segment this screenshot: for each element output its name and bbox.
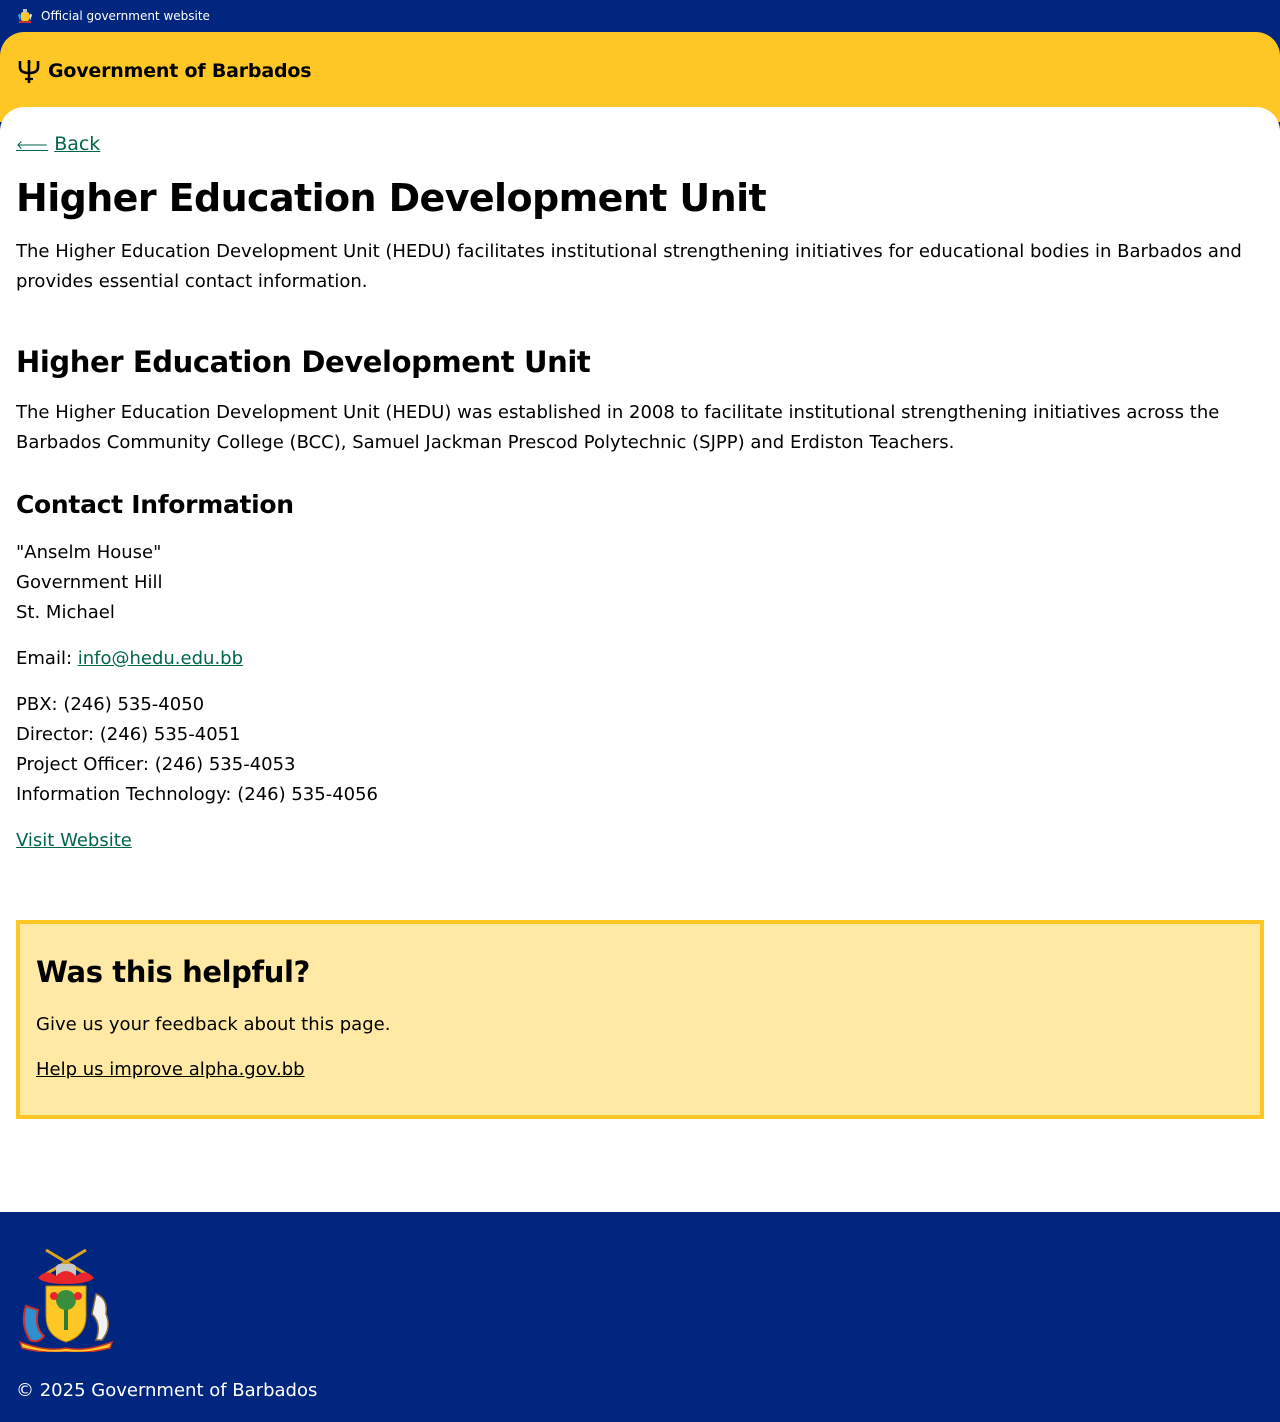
email-link[interactable]: info@hedu.edu.bb (78, 648, 243, 669)
address-line: "Anselm House" (16, 542, 162, 563)
feedback-text: Give us your feedback about this page. (36, 1014, 391, 1035)
page-intro: The Higher Education Development Unit (H… (16, 241, 1242, 292)
email-label: Email: (16, 648, 78, 669)
email-row: Email: info@hedu.edu.bb (16, 644, 243, 674)
address-line: Government Hill (16, 572, 163, 593)
feedback-link[interactable]: Help us improve alpha.gov.bb (36, 1055, 305, 1085)
back-link[interactable]: 🡐 Back (16, 133, 100, 155)
phone-line: PBX: (246) 535-4050 (16, 694, 205, 715)
phone-line: Project Officer: (246) 535-4053 (16, 754, 296, 775)
phone-line: Director: (246) 535-4051 (16, 724, 241, 745)
official-banner-text: Official government website (41, 9, 210, 23)
main-content: 🡐 Back Higher Education Development Unit… (0, 107, 1280, 1212)
feedback-title: Was this helpful? (36, 955, 310, 989)
brand-home-link[interactable]: Government of Barbados (16, 58, 312, 84)
section-title: Higher Education Development Unit (16, 345, 591, 379)
section-body: The Higher Education Development Unit (H… (16, 402, 1220, 453)
coat-of-arms-icon (16, 7, 34, 25)
page-title: Higher Education Development Unit (16, 176, 767, 220)
coat-of-arms-icon (16, 1244, 116, 1354)
feedback-panel: Was this helpful? Give us your feedback … (16, 920, 1264, 1119)
address-block: "Anselm House" Government Hill St. Micha… (16, 538, 163, 628)
phone-list: PBX: (246) 535-4050 Director: (246) 535-… (16, 690, 378, 810)
address-line: St. Michael (16, 602, 115, 623)
site-footer: © 2025 Government of Barbados (0, 1212, 1280, 1422)
back-label: Back (54, 133, 101, 155)
arrow-left-icon: 🡐 (16, 137, 49, 152)
phone-line: Information Technology: (246) 535-4056 (16, 784, 379, 805)
contact-title: Contact Information (16, 490, 294, 519)
official-banner: Official government website (0, 0, 1280, 32)
brand-name: Government of Barbados (48, 60, 312, 82)
trident-icon (16, 58, 42, 84)
visit-website-link[interactable]: Visit Website (16, 826, 132, 856)
copyright-text: © 2025 Government of Barbados (16, 1380, 318, 1401)
